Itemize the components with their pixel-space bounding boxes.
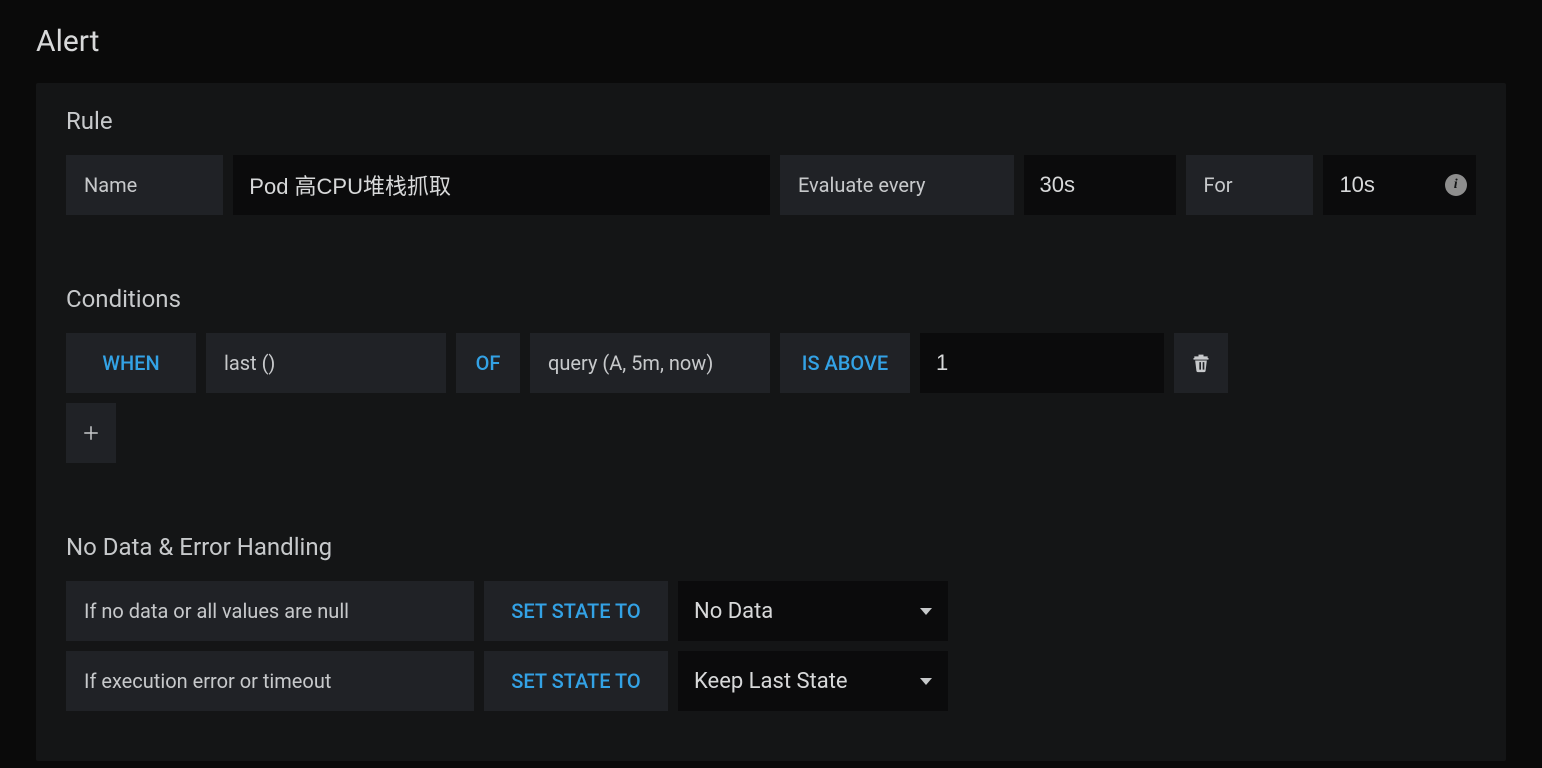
condition-query[interactable]: query (A, 5m, now): [530, 333, 770, 393]
nodata-row-1: If execution error or timeout SET STATE …: [66, 651, 1476, 711]
section-heading-rule: Rule: [66, 107, 1476, 135]
trash-icon: [1191, 352, 1211, 374]
condition-evaluator-type[interactable]: IS ABOVE: [780, 333, 910, 393]
info-icon[interactable]: i: [1445, 174, 1467, 196]
name-label: Name: [66, 155, 223, 215]
section-heading-conditions: Conditions: [66, 285, 1476, 313]
nodata-label-1: If execution error or timeout: [66, 651, 474, 711]
nodata-state-select-0[interactable]: No Data: [678, 581, 948, 641]
plus-icon: [82, 424, 100, 442]
for-label: For: [1186, 155, 1314, 215]
add-condition-button[interactable]: [66, 403, 116, 463]
condition-of-label: OF: [456, 333, 520, 393]
for-group: i: [1323, 155, 1476, 215]
nodata-label-0: If no data or all values are null: [66, 581, 474, 641]
nodata-row-0: If no data or all values are null SET ST…: [66, 581, 1476, 641]
evaluate-every-input[interactable]: [1024, 155, 1176, 215]
rule-row: Name Evaluate every For i: [66, 155, 1476, 215]
nodata-action-label-1: SET STATE TO: [484, 651, 668, 711]
for-input[interactable]: [1323, 155, 1435, 215]
section-heading-nodata: No Data & Error Handling: [66, 533, 1476, 561]
chevron-down-icon: [920, 678, 932, 685]
nodata-state-value-0: No Data: [694, 599, 773, 624]
page-title: Alert: [36, 24, 1506, 59]
name-input[interactable]: [233, 155, 770, 215]
nodata-action-label-0: SET STATE TO: [484, 581, 668, 641]
condition-row: WHEN last () OF query (A, 5m, now) IS AB…: [66, 333, 1476, 393]
nodata-state-value-1: Keep Last State: [694, 669, 848, 694]
nodata-state-select-1[interactable]: Keep Last State: [678, 651, 948, 711]
condition-operator[interactable]: WHEN: [66, 333, 196, 393]
evaluate-every-label: Evaluate every: [780, 155, 1014, 215]
condition-threshold-input[interactable]: [920, 333, 1164, 393]
delete-condition-button[interactable]: [1174, 333, 1228, 393]
chevron-down-icon: [920, 608, 932, 615]
alert-panel: Rule Name Evaluate every For i Condition…: [36, 83, 1506, 761]
condition-aggregator[interactable]: last (): [206, 333, 446, 393]
